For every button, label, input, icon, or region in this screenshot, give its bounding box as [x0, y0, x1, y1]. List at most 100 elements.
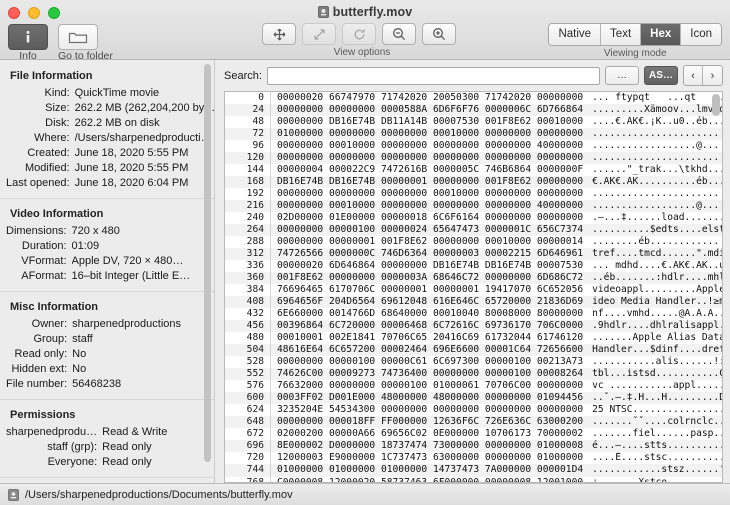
hex-row[interactable]: 288 00000000 00000001 001F8E62 00000000 0… — [225, 236, 722, 249]
hex-row-offset: 384 — [225, 284, 271, 297]
hex-row-ascii: ........éb............ — [592, 236, 720, 248]
hex-row-bytes: 00000000 00000100 00000024 65647473 0000… — [277, 224, 584, 236]
hex-row-bytes: 00396864 6C720000 00006468 6C72616C 6973… — [277, 320, 584, 332]
window-title: butterfly.mov — [0, 5, 730, 21]
hex-row[interactable]: 336 00000020 6D646864 00000000 DB16E74B D… — [225, 260, 722, 273]
hex-row[interactable]: 720 12000003 E9000000 1C737473 63000000 0… — [225, 452, 722, 465]
hex-row[interactable]: 312 74726566 0000000C 746D6364 00000003 0… — [225, 248, 722, 261]
hex-scrollbar-thumb[interactable] — [712, 94, 720, 116]
hex-row-offset: 0 — [225, 92, 271, 105]
sidebar-info-row: Disk: 262.2 MB on disk — [6, 117, 214, 132]
hex-row-bytes: 3235204E 54534300 00000000 00000000 0000… — [277, 404, 584, 416]
sidebar-section-title: File Information — [10, 70, 93, 82]
hex-row-bytes: 00000000 00000001 001F8E62 00000000 0001… — [277, 236, 584, 248]
hex-row[interactable]: 264 00000000 00000100 00000024 65647473 0… — [225, 224, 722, 237]
sidebar-info-value: 01:09 — [71, 240, 100, 252]
sidebar-info-table: Kind: QuickTime movie Size: 262.2 MB (262,2… — [6, 87, 214, 192]
hex-row[interactable]: 624 3235204E 54534300 00000000 00000000 0… — [225, 404, 722, 417]
zoom-out-button[interactable] — [382, 23, 416, 45]
hex-row[interactable]: 552 74626C00 00009273 74736400 00000000 0… — [225, 368, 722, 381]
move-button[interactable] — [262, 23, 296, 45]
move-arrows-icon — [273, 28, 285, 40]
search-ascii-mode-button[interactable]: AS… — [644, 66, 678, 85]
hex-row-offset: 720 — [225, 452, 271, 465]
hex-row-offset: 240 — [225, 212, 271, 225]
hex-row[interactable]: 648 00000000 000018FF FF000000 12636F6C 7… — [225, 416, 722, 429]
magnifier-minus-icon — [393, 28, 406, 41]
hex-row[interactable]: 408 6964656F 204D6564 69612048 616E646C 6… — [225, 296, 722, 309]
sidebar-info-row: sharpenedprodu… Read & Write — [6, 426, 202, 441]
toolbar-view-options-group: View options — [262, 23, 462, 58]
refresh-button[interactable] — [342, 23, 376, 45]
hex-row-offset: 24 — [225, 104, 271, 117]
search-input[interactable] — [266, 66, 600, 85]
hex-row[interactable]: 216 00000000 00010000 00000000 00000000 0… — [225, 200, 722, 213]
status-bar-path: /Users/sharpenedproductions/Documents/bu… — [25, 488, 293, 501]
hex-row[interactable]: 120 00000000 00000000 00000000 00000000 0… — [225, 152, 722, 165]
sidebar-info-value: 720 x 480 — [71, 225, 120, 237]
hex-row[interactable]: 192 00000000 00000000 00000000 00010000 0… — [225, 188, 722, 201]
hex-row[interactable]: 576 76632000 00000000 00000100 01000061 7… — [225, 380, 722, 393]
search-options-button[interactable]: … — [605, 66, 639, 85]
hex-row-offset: 288 — [225, 236, 271, 249]
sidebar-info-value: 262.2 MB on disk — [74, 117, 160, 129]
mode-icon-tab[interactable]: Icon — [681, 24, 721, 45]
hex-row-offset: 144 — [225, 164, 271, 177]
hex-row[interactable]: 0 00000020 66747970 71742020 20050300 717… — [225, 92, 722, 105]
hex-row[interactable]: 144 00000004 000022C9 7472616B 0000005C 7… — [225, 164, 722, 177]
info-button[interactable] — [8, 24, 48, 50]
search-prev-button[interactable]: ‹ — [684, 66, 703, 85]
hex-row[interactable]: 480 00010001 002E1841 70706C65 20416C69 6… — [225, 332, 722, 345]
hex-scrollbar[interactable] — [712, 94, 720, 480]
hex-row[interactable]: 48 00000000 DB16E74B DB11A14B 00007530 00… — [225, 116, 722, 129]
mode-hex-tab[interactable]: Hex — [641, 24, 682, 45]
sidebar-scrollbar[interactable] — [204, 64, 211, 479]
hex-row-bytes: 01000000 01000000 01000000 14737473 7A00… — [277, 464, 584, 476]
search-next-button[interactable]: › — [703, 66, 722, 85]
sidebar-section: Misc Information Owner: sharpenedproductio… — [0, 291, 214, 399]
hex-row[interactable]: 96 00000000 00010000 00000000 00000000 00… — [225, 140, 722, 153]
sidebar-scrollbar-thumb[interactable] — [204, 64, 211, 463]
mode-text-tab[interactable]: Text — [601, 24, 642, 45]
sidebar-info-key: Disk: — [45, 117, 70, 129]
go-to-folder-button[interactable] — [58, 24, 98, 50]
sidebar-info-value: Read only — [102, 456, 152, 468]
hex-row[interactable]: 360 001F8E62 00000000 0000003A 68646C72 0… — [225, 272, 722, 285]
hex-row[interactable]: 696 8E000002 D0000000 18737474 73000000 0… — [225, 440, 722, 453]
hex-row[interactable]: 384 76696465 6170706C 00000001 00000001 1… — [225, 284, 722, 297]
hex-row-bytes: 76632000 00000000 00000100 01000061 7070… — [277, 380, 584, 392]
hex-row-ascii: Handler...$dinf....dref. — [592, 344, 722, 356]
window-title-text: butterfly.mov — [332, 5, 413, 19]
zoom-in-button[interactable] — [422, 23, 456, 45]
hex-row-ascii: é...–....stts........... — [592, 440, 722, 452]
search-nav-buttons: ‹ › — [683, 65, 723, 86]
hex-row-bytes: 00000020 6D646864 00000000 DB16E74B DB16… — [277, 260, 584, 272]
hex-row-bytes: 6964656F 204D6564 69612048 616E646C 6572… — [277, 296, 584, 308]
hex-row[interactable]: 768 C0000008 12000020 58737463 6F000000 0… — [225, 476, 722, 482]
hex-row-bytes: DB16E74B DB16E74B 00000001 00000000 001F… — [277, 176, 584, 188]
viewing-mode-segments[interactable]: Native Text Hex Icon — [548, 23, 722, 46]
hex-row-offset: 672 — [225, 428, 271, 441]
hex-row[interactable]: 72 01000000 00000000 00000000 00010000 00… — [225, 128, 722, 141]
hex-row[interactable]: 528 00000000 00000100 00000C61 6C697300 0… — [225, 356, 722, 369]
hex-row[interactable]: 240 02D00000 01E00000 00000018 6C6F6164 0… — [225, 212, 722, 225]
hex-row-ascii: .9hdlr....dhlralisappl.. — [592, 320, 722, 332]
hex-row-ascii: ..éb.......:hdlr....mhlr — [592, 272, 722, 284]
hex-dump-container[interactable]: 0 00000020 66747970 71742020 20050300 717… — [224, 91, 723, 483]
hex-row-offset: 744 — [225, 464, 271, 477]
hex-row[interactable]: 744 01000000 01000000 01000000 14737473 7… — [225, 464, 722, 477]
info-sidebar: File Information Kind: QuickTime movie Size… — [0, 60, 215, 483]
hex-row-offset: 696 — [225, 440, 271, 453]
mode-native-tab[interactable]: Native — [549, 24, 602, 45]
hex-row-ascii: .......Apple Alias Data — [592, 332, 722, 344]
hex-row[interactable]: 456 00396864 6C720000 00006468 6C72616C 6… — [225, 320, 722, 333]
resize-button[interactable] — [302, 23, 336, 45]
hex-row[interactable]: 168 DB16E74B DB16E74B 00000001 00000000 0… — [225, 176, 722, 189]
sidebar-info-row: Owner: sharpenedproductions — [6, 318, 202, 333]
hex-row[interactable]: 432 6E660000 0014766D 68640000 00010040 8… — [225, 308, 722, 321]
hex-row[interactable]: 672 02000200 00000A66 69656C02 0E000000 1… — [225, 428, 722, 441]
hex-row[interactable]: 504 48616E64 6C657200 00002464 696E6600 0… — [225, 344, 722, 357]
sidebar-info-row: staff (grp): Read only — [6, 441, 202, 456]
hex-row[interactable]: 600 0003FF02 D001E000 48000000 48000000 0… — [225, 392, 722, 405]
hex-row[interactable]: 24 00000000 00000000 0000588A 6D6F6F76 00… — [225, 104, 722, 117]
